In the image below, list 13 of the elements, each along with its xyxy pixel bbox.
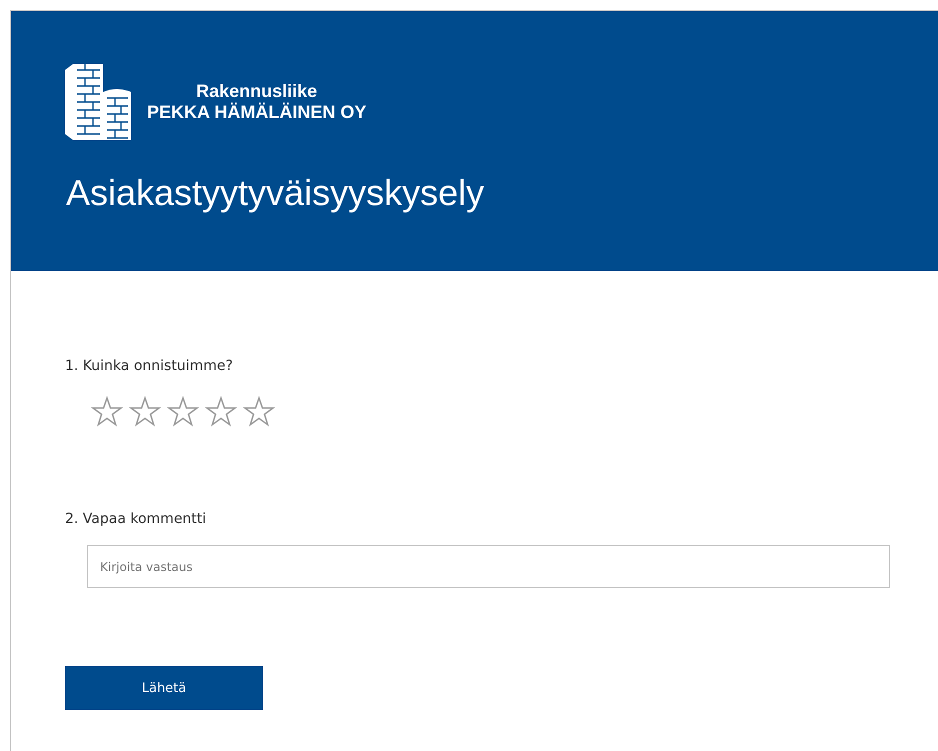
submit-button[interactable]: Lähetä (65, 666, 263, 710)
star-icon[interactable] (91, 396, 123, 428)
question-label: 1. Kuinka onnistuimme? (65, 358, 233, 374)
star-icon[interactable] (167, 396, 199, 428)
company-name: Rakennusliike (196, 81, 318, 102)
company-name: PEKKA HÄMÄLÄINEN OY (147, 102, 366, 123)
survey-title: Asiakastyytyväisyyskysely (66, 172, 484, 214)
answer-field[interactable]: Kirjoita vastaus (87, 545, 890, 588)
star-icon[interactable] (205, 396, 237, 428)
brick-building-icon (63, 62, 133, 142)
star-icon[interactable] (243, 396, 275, 428)
question-label: 2. Vapaa kommentti (65, 511, 206, 527)
star-icon[interactable] (129, 396, 161, 428)
